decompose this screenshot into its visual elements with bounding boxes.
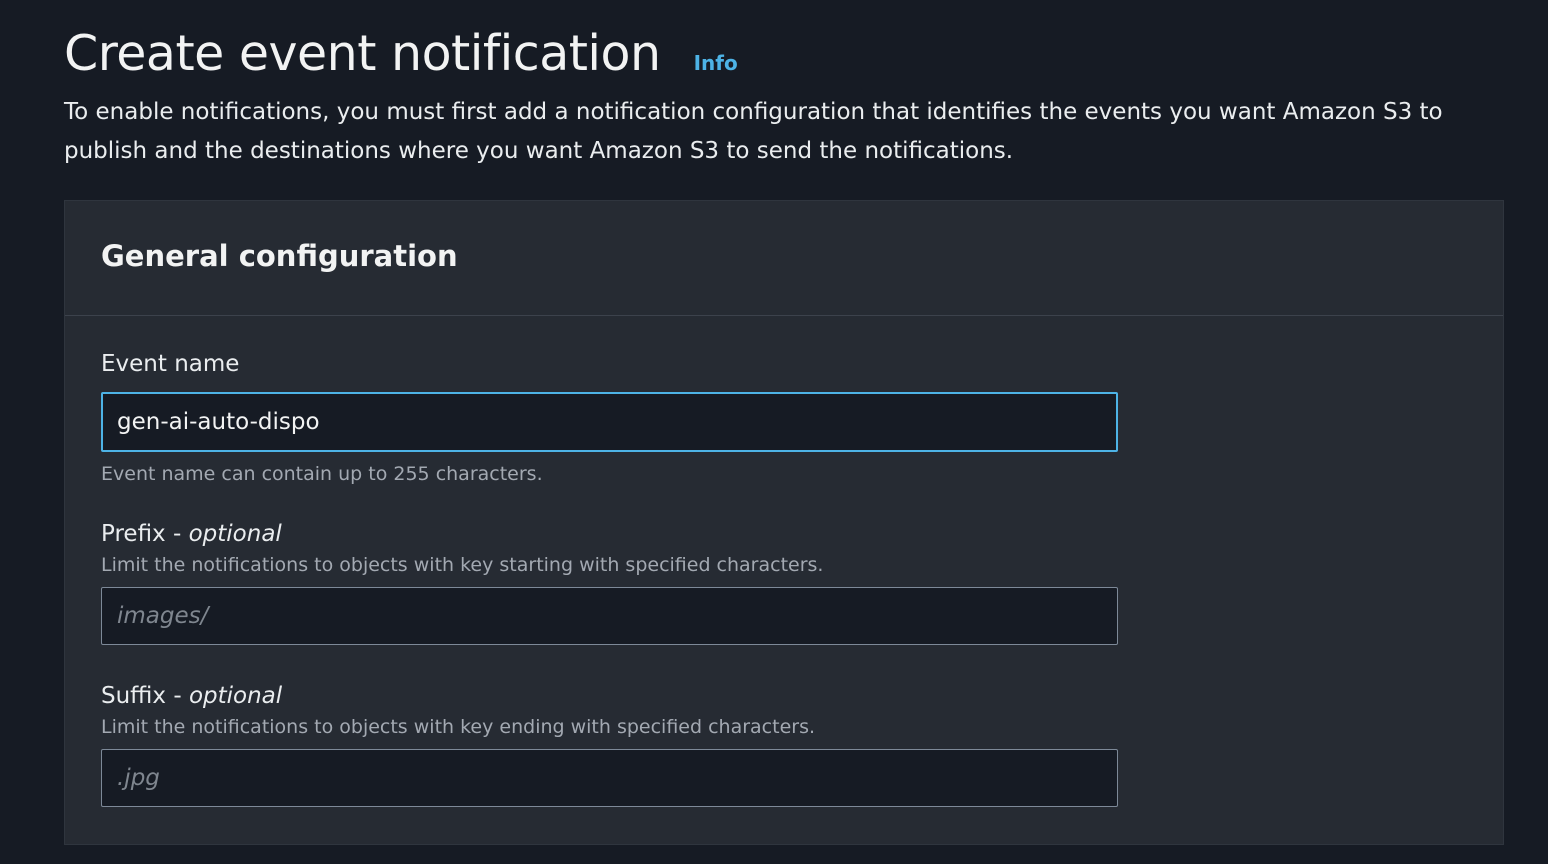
suffix-description: Limit the notifications to objects with … (101, 716, 816, 738)
prefix-input[interactable] (101, 587, 1118, 645)
panel-title: General configuration (101, 238, 458, 273)
event-name-label: Event name (101, 351, 240, 377)
general-configuration-panel: General configuration Event name Event n… (64, 200, 1504, 845)
suffix-field: Suffix - optional Limit the notification… (101, 681, 1118, 807)
event-name-constraint: Event name can contain up to 255 charact… (101, 463, 543, 485)
suffix-optional-tag: optional (188, 683, 283, 709)
prefix-label: Prefix - optional (101, 521, 282, 547)
event-name-field: Event name Event name can contain up to … (101, 349, 1118, 487)
suffix-input[interactable] (101, 749, 1118, 807)
suffix-label: Suffix - optional (101, 683, 283, 709)
prefix-optional-tag: optional (188, 521, 282, 547)
prefix-field: Prefix - optional Limit the notification… (101, 519, 1118, 645)
prefix-description: Limit the notifications to objects with … (101, 554, 824, 576)
info-link[interactable]: Info (694, 51, 738, 75)
page-title: Create event notification (64, 25, 661, 82)
prefix-label-text: Prefix (101, 521, 166, 547)
event-name-input[interactable] (101, 392, 1118, 452)
title-row: Create event notification Info (64, 22, 1504, 86)
suffix-label-text: Suffix (101, 683, 167, 709)
page-header: Create event notification Info To enable… (64, 22, 1504, 171)
page-description: To enable notifications, you must first … (64, 99, 1443, 164)
panel-header: General configuration (65, 201, 1503, 316)
